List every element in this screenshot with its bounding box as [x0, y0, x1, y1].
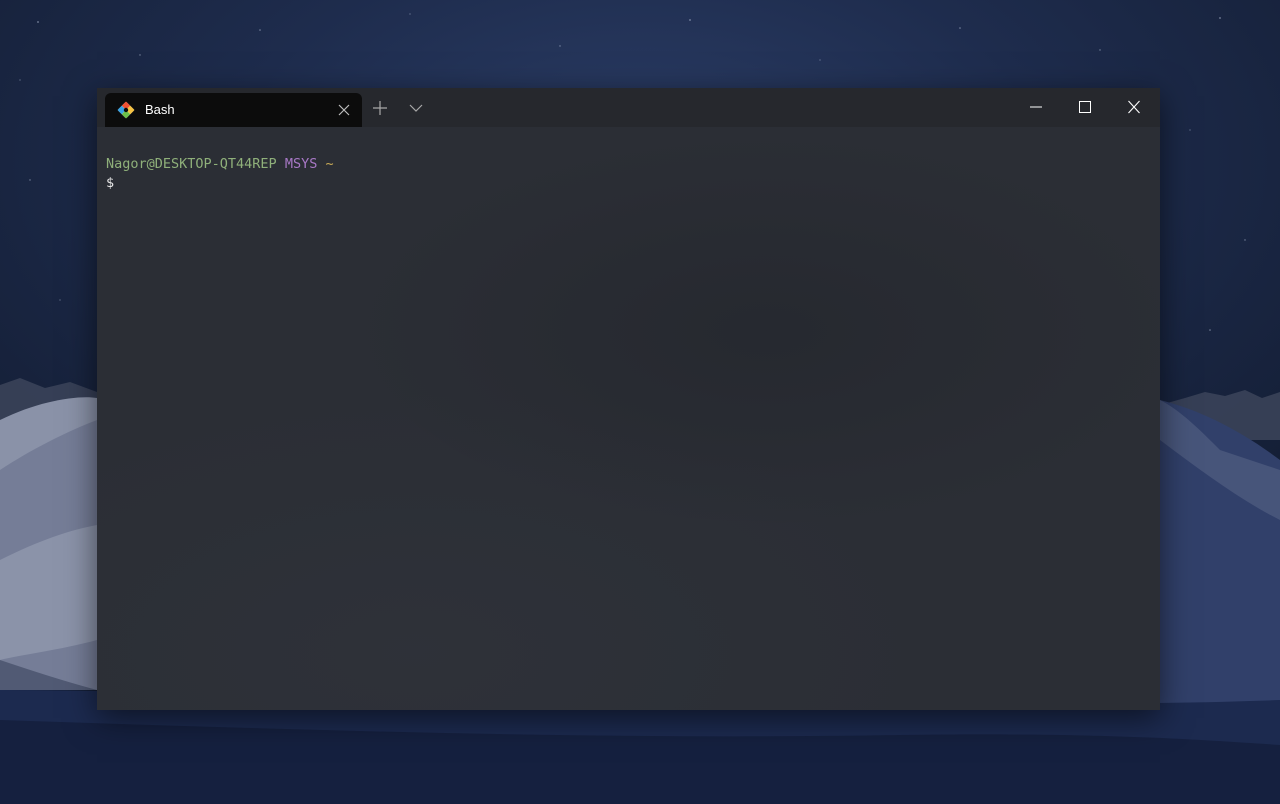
terminal-content[interactable]: Nagor@DESKTOP-QT44REP MSYS ~ $: [97, 127, 1160, 710]
chevron-down-icon[interactable]: [407, 99, 425, 117]
minimize-icon: [1030, 106, 1042, 108]
environment-label: MSYS: [284, 156, 318, 172]
maximize-button[interactable]: [1061, 88, 1109, 127]
close-icon[interactable]: [336, 102, 352, 118]
maximize-icon: [1079, 101, 1091, 113]
minimize-button[interactable]: [1012, 88, 1060, 127]
prompt-symbol: $: [106, 175, 115, 191]
title-bar[interactable]: Bash: [97, 88, 1160, 127]
close-icon: [1128, 100, 1140, 114]
terminal-window: Bash Nagor@DESKTOP-QT44REP MSYS ~ $: [97, 88, 1160, 710]
user-host: Nagor@DESKTOP-QT44REP: [106, 156, 277, 172]
prompt-info-line: Nagor@DESKTOP-QT44REP MSYS ~: [106, 155, 1160, 174]
current-directory: ~: [325, 156, 334, 172]
close-window-button[interactable]: [1110, 88, 1158, 127]
tab-bash[interactable]: Bash: [105, 93, 362, 127]
command-line[interactable]: $: [106, 174, 1160, 193]
git-bash-icon: [117, 101, 135, 119]
plus-icon[interactable]: [371, 99, 389, 117]
tab-title: Bash: [145, 102, 175, 117]
